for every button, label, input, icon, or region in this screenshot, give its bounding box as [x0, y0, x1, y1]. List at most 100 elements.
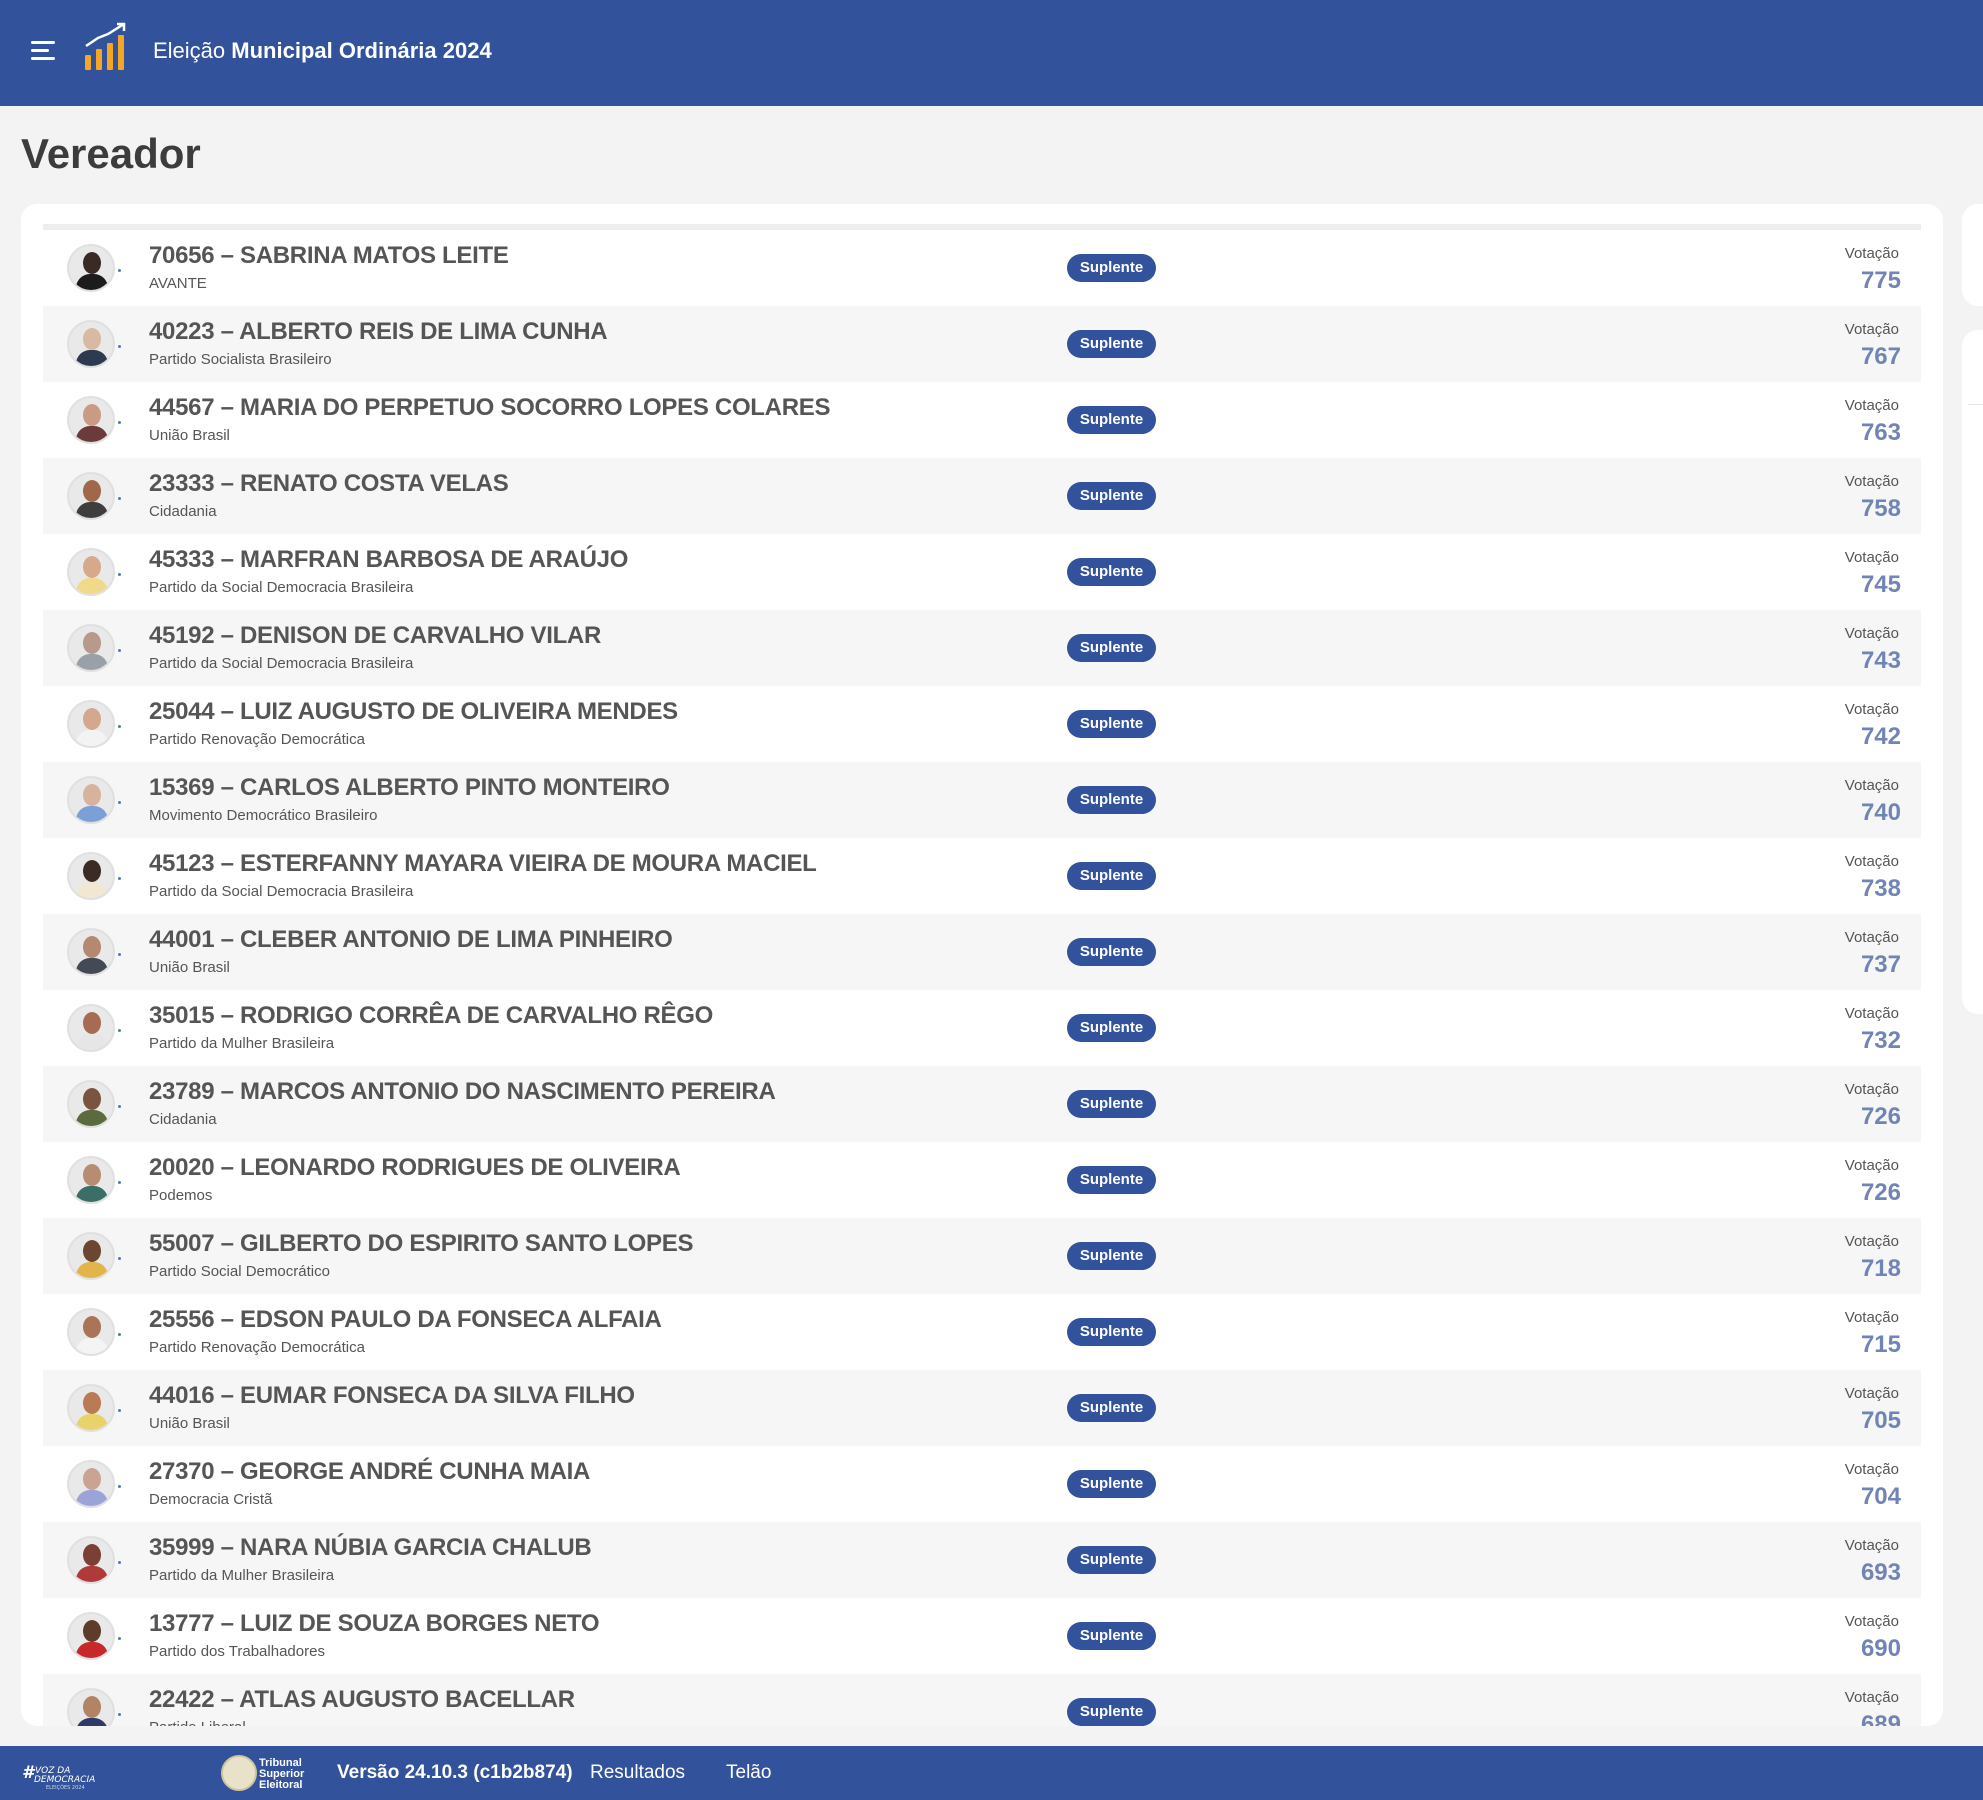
candidate-party: AVANTE [149, 275, 207, 292]
votes-label: Votação [1844, 625, 1899, 642]
candidate-photo [67, 776, 115, 824]
candidate-row[interactable]: 35999 – NARA NÚBIA GARCIA CHALUB Partido … [43, 1522, 1921, 1598]
status-badge: Suplente [1067, 558, 1156, 586]
status-badge: Suplente [1067, 330, 1156, 358]
hamburger-menu-icon[interactable] [31, 41, 57, 63]
votes-value: 758 [1860, 495, 1901, 522]
avatar-dot [118, 345, 121, 348]
candidate-row[interactable]: 40223 – ALBERTO REIS DE LIMA CUNHA Partid… [43, 306, 1921, 382]
photo-body [76, 1034, 108, 1050]
candidate-row[interactable]: 44567 – MARIA DO PERPETUO SOCORRO LOPES … [43, 382, 1921, 458]
candidate-party: Partido Social Democrático [149, 1263, 330, 1280]
candidate-photo [67, 396, 115, 444]
candidate-name: 23333 – RENATO COSTA VELAS [149, 470, 509, 497]
telao-link[interactable]: Telão [726, 1762, 771, 1784]
photo-head [83, 556, 101, 578]
votes-value: 745 [1860, 571, 1901, 598]
candidate-party: Cidadania [149, 503, 217, 520]
candidate-row[interactable]: 45333 – MARFRAN BARBOSA DE ARAÚJO Partido… [43, 534, 1921, 610]
avatar-dot [118, 573, 121, 576]
svg-text:ELEIÇÕES 2024: ELEIÇÕES 2024 [46, 1784, 85, 1790]
photo-head [83, 252, 101, 274]
candidate-row[interactable]: 23789 – MARCOS ANTONIO DO NASCIMENTO PER… [43, 1066, 1921, 1142]
status-badge: Suplente [1067, 938, 1156, 966]
votes-value: 763 [1860, 419, 1901, 446]
photo-body [76, 426, 108, 442]
votes-label: Votação [1844, 549, 1899, 566]
candidate-row[interactable]: 44016 – EUMAR FONSECA DA SILVA FILHO Uniã… [43, 1370, 1921, 1446]
photo-body [76, 806, 108, 822]
votes-label: Votação [1844, 1005, 1899, 1022]
votes-label: Votação [1844, 777, 1899, 794]
candidate-list[interactable]: 70656 – SABRINA MATOS LEITE AVANTE Suplent… [43, 230, 1921, 1726]
candidate-photo [67, 1384, 115, 1432]
candidate-row[interactable]: 35015 – RODRIGO CORRÊA DE CARVALHO RÊGO P… [43, 990, 1921, 1066]
candidate-row[interactable]: 44001 – CLEBER ANTONIO DE LIMA PINHEIRO U… [43, 914, 1921, 990]
candidate-photo [67, 548, 115, 596]
avatar-dot [118, 1029, 121, 1032]
photo-head [83, 328, 101, 350]
candidate-row[interactable]: 70656 – SABRINA MATOS LEITE AVANTE Suplent… [43, 230, 1921, 306]
status-badge: Suplente [1067, 1318, 1156, 1346]
candidate-photo [67, 320, 115, 368]
votes-value: 726 [1860, 1179, 1901, 1206]
avatar-dot [118, 1637, 121, 1640]
status-badge: Suplente [1067, 406, 1156, 434]
candidate-name: 13777 – LUIZ DE SOUZA BORGES NETO [149, 1610, 600, 1637]
avatar-dot [118, 1333, 121, 1336]
candidate-row[interactable]: 15369 – CARLOS ALBERTO PINTO MONTEIRO Mov… [43, 762, 1921, 838]
votes-value: 689 [1860, 1711, 1901, 1726]
votes-label: Votação [1844, 1233, 1899, 1250]
candidate-row[interactable]: 13777 – LUIZ DE SOUZA BORGES NETO Partido… [43, 1598, 1921, 1674]
candidate-row[interactable]: 22422 – ATLAS AUGUSTO BACELLAR Partido Li… [43, 1674, 1921, 1726]
avatar-dot [118, 725, 121, 728]
side-panel-top [1962, 204, 1983, 306]
candidate-row[interactable]: 27370 – GEORGE ANDRÉ CUNHA MAIA Democraci… [43, 1446, 1921, 1522]
page-title: Vereador [21, 130, 201, 177]
candidate-row[interactable]: 25556 – EDSON PAULO DA FONSECA ALFAIA Par… [43, 1294, 1921, 1370]
candidate-name: 35999 – NARA NÚBIA GARCIA CHALUB [149, 1534, 592, 1561]
photo-head [83, 404, 101, 426]
avatar-dot [118, 1105, 121, 1108]
candidate-row[interactable]: 45123 – ESTERFANNY MAYARA VIEIRA DE MOUR… [43, 838, 1921, 914]
candidate-name: 55007 – GILBERTO DO ESPIRITO SANTO LOPES [149, 1230, 694, 1257]
results-link[interactable]: Resultados [590, 1762, 685, 1784]
candidate-row[interactable]: 55007 – GILBERTO DO ESPIRITO SANTO LOPES… [43, 1218, 1921, 1294]
candidate-row[interactable]: 23333 – RENATO COSTA VELAS Cidadania Suple… [43, 458, 1921, 534]
photo-body [76, 350, 108, 366]
candidate-photo [67, 472, 115, 520]
photo-body [76, 1718, 108, 1726]
candidate-row[interactable]: 45192 – DENISON DE CARVALHO VILAR Partido… [43, 610, 1921, 686]
candidate-photo [67, 624, 115, 672]
candidate-row[interactable]: 25044 – LUIZ AUGUSTO DE OLIVEIRA MENDES P… [43, 686, 1921, 762]
photo-body [76, 654, 108, 670]
status-badge: Suplente [1067, 862, 1156, 890]
candidate-name: 70656 – SABRINA MATOS LEITE [149, 242, 509, 269]
candidate-name: 25044 – LUIZ AUGUSTO DE OLIVEIRA MENDES [149, 698, 678, 725]
status-badge: Suplente [1067, 1394, 1156, 1422]
votes-label: Votação [1844, 1537, 1899, 1554]
votes-value: 690 [1860, 1635, 1901, 1662]
photo-head [83, 480, 101, 502]
photo-body [76, 958, 108, 974]
candidate-party: Cidadania [149, 1111, 217, 1128]
footer-bar: # VOZ DA DEMOCRACIA ELEIÇÕES 2024 Tribun… [0, 1746, 1983, 1800]
candidate-row[interactable]: 20020 – LEONARDO RODRIGUES DE OLIVEIRA Po… [43, 1142, 1921, 1218]
candidate-party: União Brasil [149, 959, 230, 976]
candidate-name: 44016 – EUMAR FONSECA DA SILVA FILHO [149, 1382, 635, 1409]
photo-head [83, 1316, 101, 1338]
candidate-photo [67, 1080, 115, 1128]
avatar-dot [118, 1409, 121, 1412]
candidate-name: 44001 – CLEBER ANTONIO DE LIMA PINHEIRO [149, 926, 673, 953]
votes-label: Votação [1844, 929, 1899, 946]
photo-body [76, 1262, 108, 1278]
status-badge: Suplente [1067, 1470, 1156, 1498]
avatar-dot [118, 1561, 121, 1564]
votes-label: Votação [1844, 397, 1899, 414]
avatar-dot [118, 1713, 121, 1716]
app-title: Eleição Municipal Ordinária 2024 [153, 38, 492, 64]
votes-value: 732 [1860, 1027, 1901, 1054]
avatar-dot [118, 1257, 121, 1260]
photo-body [76, 1642, 108, 1658]
votes-value: 743 [1860, 647, 1901, 674]
